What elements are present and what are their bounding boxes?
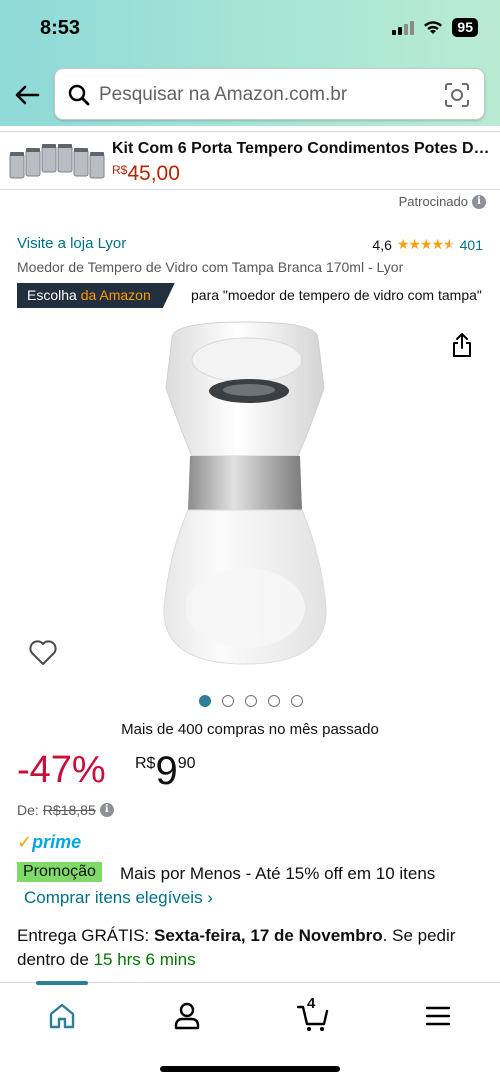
image-carousel-dots[interactable] [199, 695, 303, 707]
sponsored-text: Patrocinado [398, 194, 468, 209]
prime-logo: ✓prime [17, 832, 81, 853]
search-input[interactable] [99, 80, 429, 110]
amazon-choice-badge: Escolha da Amazon [17, 283, 175, 308]
carousel-dot[interactable] [245, 695, 257, 707]
wishlist-heart-icon[interactable] [28, 638, 58, 666]
store-link[interactable]: Visite a loja Lyor [17, 235, 126, 252]
home-indicator [160, 1066, 340, 1072]
cart-count: 4 [307, 995, 316, 1012]
product-image[interactable] [150, 318, 340, 670]
promotion-text: Mais por Menos - Até 15% off em 10 itens [120, 864, 436, 883]
info-icon[interactable]: i [472, 194, 486, 209]
sponsored-label[interactable]: Patrocinado i [399, 194, 486, 209]
spice-jars-thumbnail [9, 144, 105, 179]
choice-badge-brand: da Amazon [80, 287, 151, 303]
cart-button[interactable]: 4 [296, 995, 330, 1033]
sponsored-product-price: R$45,00 [112, 162, 180, 186]
status-icons: 95 [392, 18, 478, 37]
promotion-badge: Promoção [17, 862, 102, 882]
price-cents: 90 [177, 755, 196, 772]
account-icon[interactable] [170, 999, 204, 1033]
prime-label: prime [32, 832, 82, 852]
price-currency: R$ [135, 755, 156, 772]
product-price: R$ 9 90 [135, 751, 196, 791]
product-title: Moedor de Tempero de Vidro com Tampa Bra… [17, 259, 404, 275]
carousel-dot[interactable] [199, 695, 211, 707]
purchase-count: Mais de 400 compras no mês passado [121, 721, 379, 738]
list-price-info-icon[interactable]: i [99, 803, 114, 817]
price-whole: 9 [155, 749, 178, 793]
star-rating-icon: ★★★★★ ★ [396, 236, 456, 252]
sponsored-price-amount: 45,00 [127, 162, 180, 185]
eligible-items-link[interactable]: Comprar itens elegíveis › [24, 888, 213, 908]
delivery-date: Sexta-feira, 17 de Novembro [154, 926, 383, 945]
delivery-countdown: 15 hrs 6 mins [93, 950, 196, 969]
sponsored-price-currency: R$ [112, 163, 128, 177]
home-icon[interactable] [45, 999, 79, 1033]
status-time: 8:53 [40, 17, 81, 39]
back-arrow-icon[interactable] [12, 80, 42, 110]
list-price: De: R$18,85 i [17, 802, 114, 818]
choice-badge-text: Escolha [27, 287, 81, 303]
prime-check-icon: ✓ [17, 832, 33, 852]
share-icon[interactable] [450, 332, 474, 358]
rating-value: 4,6 [372, 236, 392, 253]
carousel-dot[interactable] [222, 695, 234, 707]
sponsored-banner[interactable]: Kit Com 6 Porta Tempero Condimentos Pote… [0, 131, 500, 190]
search-icon [68, 84, 90, 106]
active-tab-indicator [36, 981, 88, 985]
carousel-dot[interactable] [268, 695, 280, 707]
list-price-value: R$18,85 [42, 802, 96, 818]
discount-percent: -47% [17, 749, 106, 791]
search-bar[interactable] [54, 68, 485, 120]
menu-icon[interactable] [421, 999, 455, 1033]
carousel-dot[interactable] [291, 695, 303, 707]
camera-scan-icon[interactable] [444, 82, 470, 108]
battery-indicator: 95 [452, 18, 478, 37]
sponsored-product-title[interactable]: Kit Com 6 Porta Tempero Condimentos Pote… [112, 140, 492, 158]
review-count[interactable]: 401 [460, 237, 483, 253]
rating-summary[interactable]: 4,6 ★★★★★ ★ 401 [372, 236, 483, 253]
delivery-prefix: Entrega GRÁTIS: [17, 926, 154, 945]
choice-keyword: para "moedor de tempero de vidro com tam… [191, 287, 482, 303]
wifi-icon [424, 21, 443, 34]
cellular-signal-icon [392, 20, 415, 35]
delivery-info: Entrega GRÁTIS: Sexta-feira, 17 de Novem… [17, 924, 487, 972]
list-price-label: De: [17, 802, 39, 818]
